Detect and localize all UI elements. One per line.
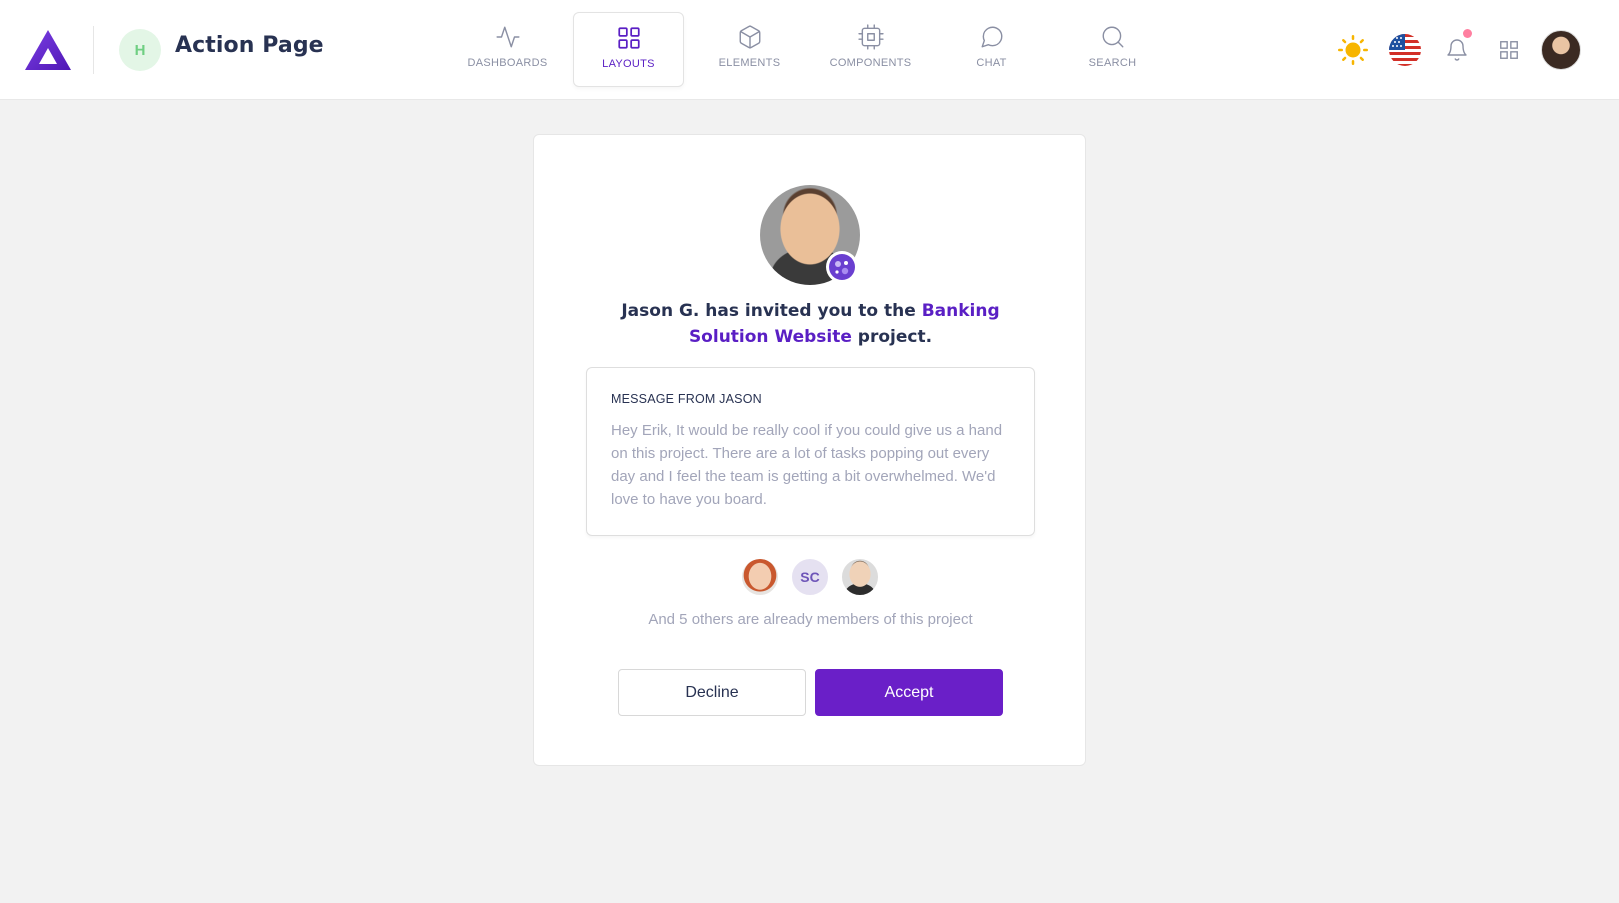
nav-search[interactable]: SEARCH xyxy=(1057,12,1168,87)
nav-dashboards-label: DASHBOARDS xyxy=(467,57,548,69)
nav-components[interactable]: COMPONENTS xyxy=(815,12,926,87)
user-avatar xyxy=(1541,30,1581,70)
search-icon xyxy=(1102,26,1123,48)
nav-elements-label: ELEMENTS xyxy=(718,57,781,69)
invite-card: Jason G. has invited you to the Banking … xyxy=(533,134,1086,766)
message-title: MESSAGE FROM JASON xyxy=(611,392,762,406)
user-menu-button[interactable] xyxy=(1537,26,1585,74)
activity-icon xyxy=(495,26,520,48)
header-divider xyxy=(93,26,94,74)
nav-search-label: SEARCH xyxy=(1088,57,1137,69)
bell-icon xyxy=(1447,39,1467,61)
box-icon xyxy=(739,25,760,49)
grid-icon xyxy=(617,27,640,49)
workspace-avatar[interactable]: H xyxy=(119,29,161,71)
nav-layouts[interactable]: LAYOUTS xyxy=(573,12,684,87)
apps-grid-icon xyxy=(1500,41,1518,59)
nav-components-label: COMPONENTS xyxy=(829,57,912,69)
invite-text-after: project. xyxy=(851,327,933,347)
nav-chat-label: CHAT xyxy=(976,57,1007,69)
message-circle-icon xyxy=(981,26,1002,48)
members-text: And 5 others are already members of this… xyxy=(648,611,973,628)
invite-heading: Jason G. has invited you to the Banking … xyxy=(594,298,1027,350)
accept-button[interactable]: Accept xyxy=(815,669,1003,716)
notification-dot xyxy=(1463,29,1472,38)
top-navbar: H Action Page DASHBOARDS LAYOUTS ELEMENT… xyxy=(0,0,1619,100)
cpu-icon xyxy=(857,24,884,50)
language-button[interactable] xyxy=(1381,26,1429,74)
sun-icon xyxy=(1338,35,1368,65)
message-body: Hey Erik, It would be really cool if you… xyxy=(611,422,1003,508)
nav-elements[interactable]: ELEMENTS xyxy=(694,12,805,87)
nav-dashboards[interactable]: DASHBOARDS xyxy=(452,12,563,87)
header-actions xyxy=(1329,26,1589,74)
decline-button[interactable]: Decline xyxy=(618,669,806,716)
invite-text-before: Jason G. has invited you to the xyxy=(621,301,922,321)
page-title: Action Page xyxy=(175,33,324,58)
triangle-logo-icon[interactable] xyxy=(24,28,72,72)
theme-toggle-button[interactable] xyxy=(1329,26,1377,74)
member-avatar xyxy=(840,557,880,597)
us-flag-icon xyxy=(1389,34,1421,66)
nav-layouts-label: LAYOUTS xyxy=(602,58,655,70)
notifications-button[interactable] xyxy=(1433,26,1481,74)
nav-chat[interactable]: CHAT xyxy=(936,12,1047,87)
message-box: MESSAGE FROM JASON Hey Erik, It would be… xyxy=(586,367,1035,536)
member-avatars: SC xyxy=(740,557,884,599)
project-badge-icon xyxy=(826,251,858,283)
member-avatar xyxy=(740,557,780,597)
apps-button[interactable] xyxy=(1485,26,1533,74)
member-avatar-initials: SC xyxy=(790,557,830,597)
